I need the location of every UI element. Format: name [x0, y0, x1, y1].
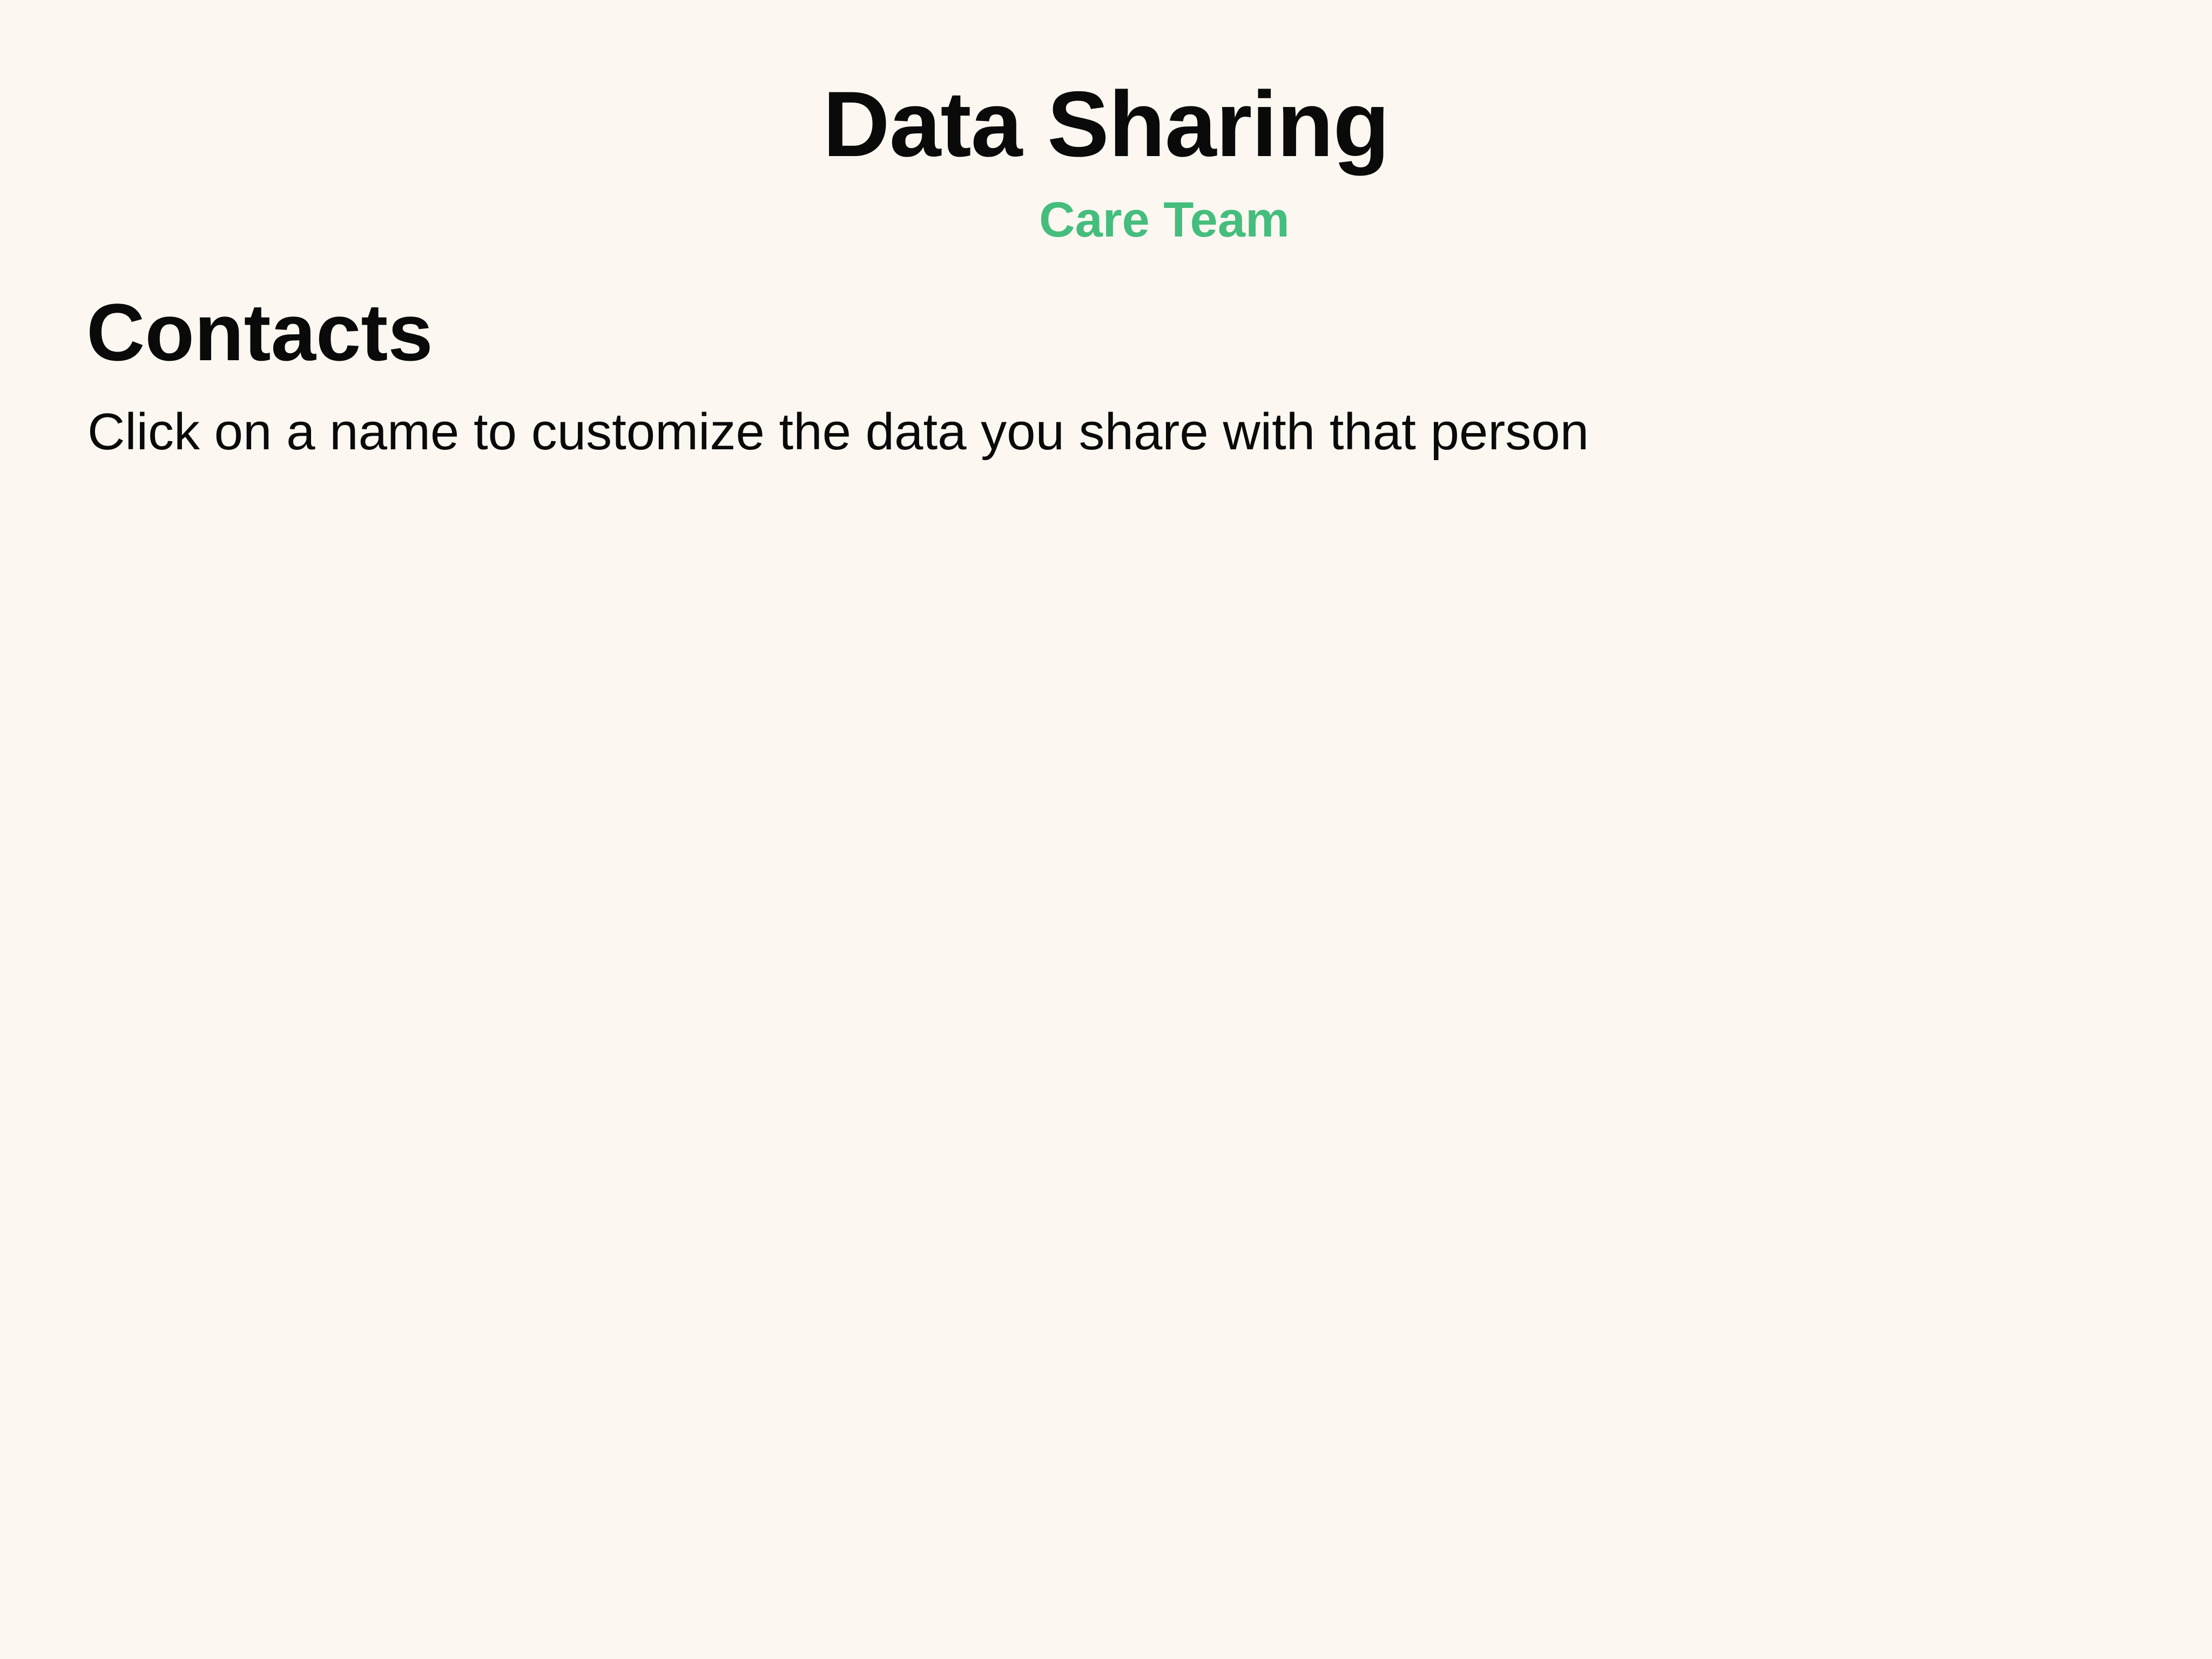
- contacts-title: Contacts: [86, 287, 433, 377]
- care-team-button[interactable]: Care Team: [0, 186, 2212, 253]
- page-title: Data Sharing: [822, 72, 1390, 176]
- care-team-content: Care Team: [922, 186, 1290, 253]
- contacts-subtitle: Click on a name to customize the data yo…: [87, 403, 1589, 461]
- contacts-list: [86, 486, 2126, 1566]
- users-group-icon: [922, 188, 1007, 253]
- care-team-label: Care Team: [1039, 192, 1290, 247]
